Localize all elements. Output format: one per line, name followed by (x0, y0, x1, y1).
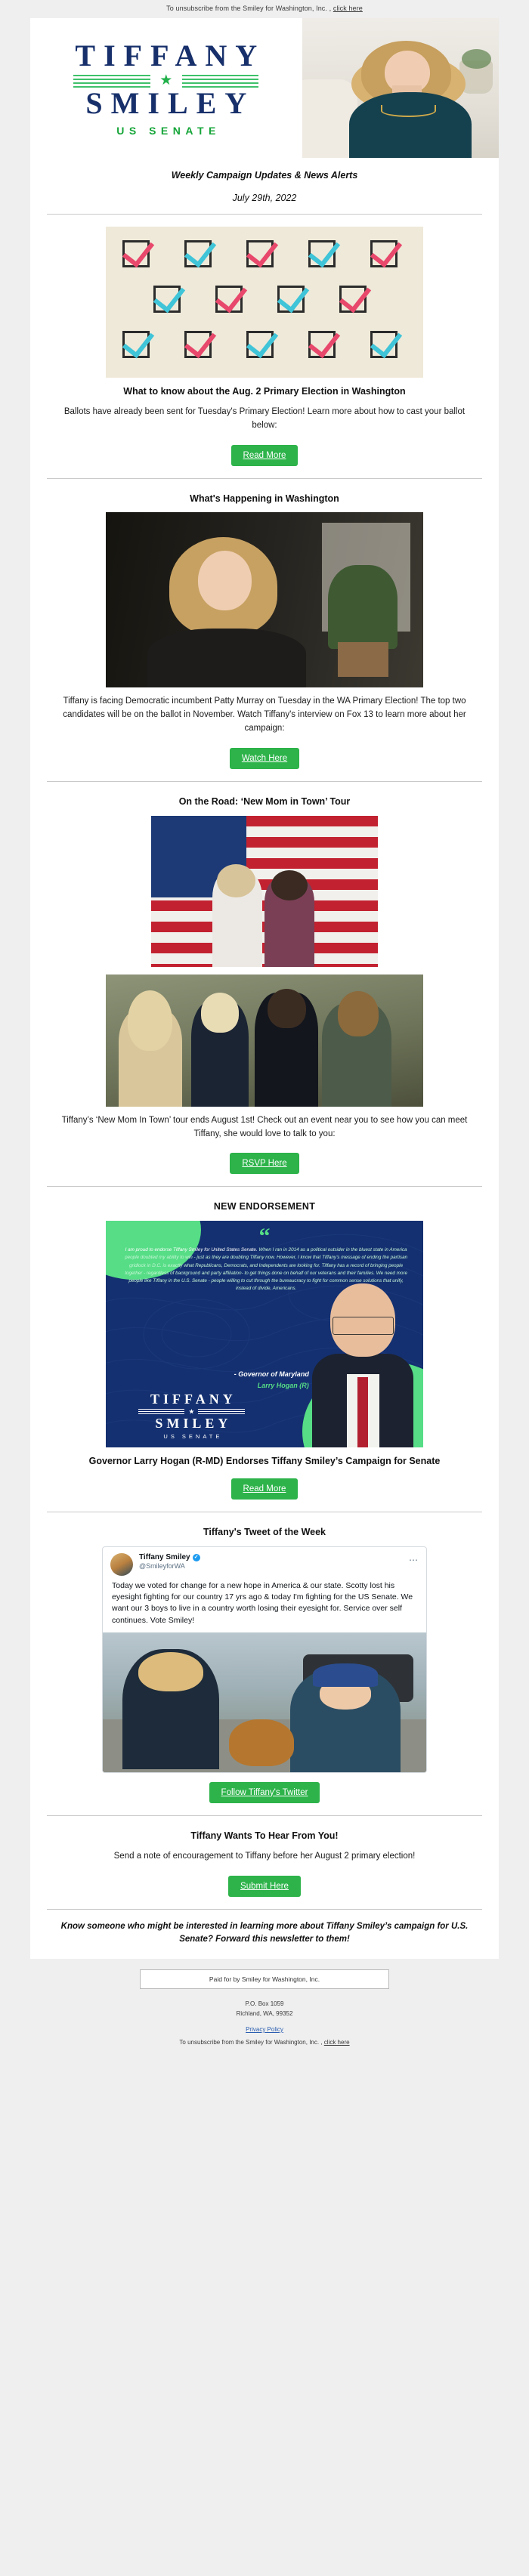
endorsement-attribution: - Governor of Maryland Larry Hogan (R) (144, 1369, 309, 1391)
logo-last-name: SMILEY (85, 86, 255, 120)
section-title: NEW ENDORSEMENT (213, 1201, 316, 1212)
tweet-header: Tiffany Smiley ✓ @SmileyforWA ⋯ (103, 1547, 426, 1577)
section-title: What to know about the Aug. 2 Primary El… (123, 386, 406, 397)
section-hear-from-you: Tiffany Wants To Hear From You! Send a n… (30, 1815, 499, 1909)
address-line-2: Richland, WA, 99352 (236, 2009, 293, 2017)
fox13-interview-image[interactable] (106, 512, 423, 688)
candidate-portrait-image (302, 18, 499, 158)
endorsement-logo-first-name: TIFFANY (150, 1391, 237, 1407)
paid-for-disclaimer: Paid for by Smiley for Washington, Inc. (140, 1969, 389, 1990)
endorsement-logo-last-name: SMILEY (155, 1416, 232, 1432)
section-title: Tiffany's Tweet of the Week (203, 1527, 326, 1538)
section-whats-happening: What's Happening in Washington Tiffany i… (30, 478, 499, 781)
privacy-policy-link[interactable]: Privacy Policy (0, 2026, 529, 2033)
section-title: What's Happening in Washington (190, 493, 339, 504)
flag-event-photo (151, 815, 378, 967)
watch-here-button[interactable]: Watch Here (229, 747, 300, 769)
tweet-photo[interactable] (103, 1632, 426, 1772)
follow-twitter-button[interactable]: Follow Tiffany's Twitter (209, 1781, 320, 1803)
more-options-icon[interactable]: ⋯ (409, 1553, 419, 1565)
endorsement-graphic: “ I am proud to endorse Tiffany Smiley f… (106, 1221, 423, 1448)
mailing-address: P.O. Box 1059 Richland, WA, 99352 (0, 2000, 529, 2018)
quote-mark-icon: “ (258, 1224, 271, 1249)
footer-unsubscribe-text: To unsubscribe from the Smiley for Washi… (179, 2038, 323, 2046)
endorsement-card-logo: TIFFANY ★ SMILEY US SENATE (128, 1392, 255, 1440)
section-endorsement: NEW ENDORSEMENT “ I am proud to endorse … (30, 1187, 499, 1512)
logo-subtitle: US SENATE (116, 124, 221, 137)
campaign-logo[interactable]: TIFFANY ★ SMILEY US SENATE (30, 18, 302, 158)
tweet-display-name-row: Tiffany Smiley ✓ (139, 1553, 409, 1563)
read-more-button[interactable]: Read More (230, 1478, 299, 1500)
rsvp-here-button[interactable]: RSVP Here (230, 1153, 299, 1175)
email-body: TIFFANY ★ SMILEY US SENATE Weekly Campai… (30, 18, 499, 1960)
section-primary-election: What to know about the Aug. 2 Primary El… (30, 215, 499, 478)
preheader-text: To unsubscribe from the Smiley for Washi… (166, 5, 332, 12)
forward-newsletter-banner: Know someone who might be interested in … (30, 1909, 499, 1960)
logo-first-name: TIFFANY (75, 39, 266, 73)
star-icon: ★ (150, 73, 182, 88)
section-body: Ballots have already been sent for Tuesd… (63, 406, 466, 430)
section-body: Tiffany is facing Democratic incumbent P… (63, 697, 466, 733)
endorsement-attrib-title: - Governor of Maryland (234, 1370, 309, 1379)
larry-hogan-photo (312, 1280, 414, 1448)
supporters-outdoor-photo (106, 974, 423, 1107)
tweet-card[interactable]: Tiffany Smiley ✓ @SmileyforWA ⋯ Today we… (102, 1546, 427, 1773)
footer-unsubscribe-row: To unsubscribe from the Smiley for Washi… (0, 2039, 529, 2046)
endorsement-logo-subtitle: US SENATE (163, 1433, 223, 1441)
section-body: Send a note of encouragement to Tiffany … (113, 1851, 416, 1861)
read-more-button[interactable]: Read More (230, 444, 299, 466)
tweet-display-name: Tiffany Smiley (139, 1552, 190, 1561)
section-tweet-of-the-week: Tiffany's Tweet of the Week Tiffany Smil… (30, 1512, 499, 1815)
section-title: On the Road: ‘New Mom in Town’ Tour (178, 795, 351, 807)
section-body: Tiffany’s ‘New Mom In Town’ tour ends Au… (61, 1115, 468, 1138)
newsletter-tagline: Weekly Campaign Updates & News Alerts (171, 170, 358, 181)
endorsement-caption: Governor Larry Hogan (R-MD) Endorses Tif… (88, 1456, 441, 1467)
endorsement-attrib-name: Larry Hogan (R) (257, 1381, 309, 1389)
tweet-author: Tiffany Smiley ✓ @SmileyforWA (139, 1553, 409, 1571)
avatar[interactable] (110, 1552, 133, 1576)
preheader-unsubscribe-bar: To unsubscribe from the Smiley for Washi… (0, 0, 529, 18)
preheader-unsubscribe-link[interactable]: click here (333, 5, 363, 12)
section-title: Tiffany Wants To Hear From You! (190, 1830, 339, 1841)
section-on-the-road: On the Road: ‘New Mom in Town’ Tour Tiff… (30, 781, 499, 1187)
email-footer: Paid for by Smiley for Washington, Inc. … (0, 1959, 529, 2059)
submit-here-button[interactable]: Submit Here (228, 1875, 301, 1897)
endorsement-logo-divider: ★ (128, 1407, 255, 1416)
tweet-text: Today we voted for change for a new hope… (112, 1580, 413, 1625)
star-icon: ★ (184, 1407, 199, 1416)
masthead: Weekly Campaign Updates & News Alerts Ju… (30, 158, 499, 214)
issue-date: July 29th, 2022 (232, 193, 297, 203)
endorsement-quote-lead: I am proud to endorse Tiffany Smiley for… (125, 1247, 258, 1253)
address-line-1: P.O. Box 1059 (245, 2000, 284, 2008)
email-header: TIFFANY ★ SMILEY US SENATE (30, 18, 499, 158)
logo-star-divider: ★ (73, 73, 259, 88)
tweet-handle: @SmileyforWA (139, 1562, 185, 1571)
footer-unsubscribe-link[interactable]: click here (324, 2039, 350, 2046)
ballot-checkboxes-image (106, 227, 423, 378)
verified-badge-icon: ✓ (192, 1554, 200, 1562)
